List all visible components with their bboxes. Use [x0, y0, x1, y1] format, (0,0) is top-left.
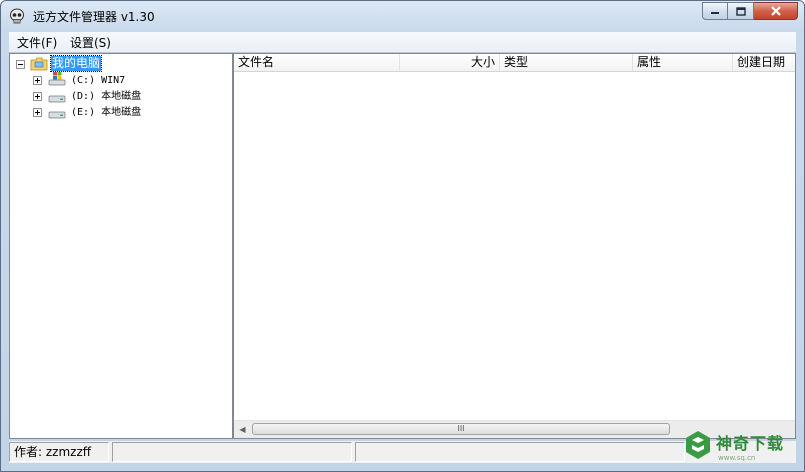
tree-label: (D:) 本地磁盘	[71, 91, 142, 102]
computer-folder-icon	[30, 57, 48, 71]
client-area: 我的电脑 (C:) WIN7 (D:) 本地磁盘 (E:) 本地磁盘 文件名 大…	[9, 53, 796, 439]
maximize-icon	[735, 6, 746, 16]
watermark-logo-icon	[686, 431, 710, 459]
collapse-toggle[interactable]	[16, 60, 25, 69]
menu-bar: 文件(F) 设置(S)	[9, 32, 796, 53]
status-bar: 作者: zzmzzff	[9, 441, 796, 463]
tree-node-my-computer[interactable]: 我的电脑	[10, 55, 230, 72]
status-panel-3	[355, 442, 685, 462]
column-header-size[interactable]: 大小	[400, 54, 500, 71]
scroll-thumb[interactable]: III	[252, 423, 670, 435]
title-bar[interactable]: 远方文件管理器 v1.30	[1, 1, 804, 31]
tree-node-drive-c[interactable]: (C:) WIN7	[10, 72, 230, 88]
column-header-created[interactable]: 创建日期	[733, 54, 795, 71]
tree-label: 我的电脑	[49, 55, 103, 72]
file-list[interactable]: 文件名 大小 类型 属性 创建日期 ◀ III	[233, 53, 796, 439]
hard-drive-icon	[48, 95, 66, 103]
folder-tree[interactable]: 我的电脑 (C:) WIN7 (D:) 本地磁盘 (E:) 本地磁盘	[9, 53, 233, 439]
expand-toggle[interactable]	[33, 108, 42, 117]
menu-file[interactable]: 文件(F)	[17, 34, 57, 51]
column-header-name[interactable]: 文件名	[234, 54, 400, 71]
expand-toggle[interactable]	[33, 76, 42, 85]
column-header-attributes[interactable]: 属性	[633, 54, 733, 71]
column-header-type[interactable]: 类型	[500, 54, 633, 71]
window-title: 远方文件管理器 v1.30	[33, 10, 155, 24]
tree-label: (C:) WIN7	[71, 75, 126, 86]
maximize-button[interactable]	[728, 2, 754, 20]
tree-label: (E:) 本地磁盘	[71, 107, 142, 118]
close-button[interactable]	[754, 2, 798, 20]
tree-node-drive-e[interactable]: (E:) 本地磁盘	[10, 104, 230, 120]
minimize-icon	[711, 12, 719, 14]
windows-drive-icon	[48, 72, 66, 86]
scroll-left-arrow-icon[interactable]: ◀	[234, 421, 251, 438]
expand-toggle[interactable]	[33, 92, 42, 101]
watermark: 神奇下载 www.sq.cn	[684, 428, 799, 468]
hard-drive-icon	[48, 111, 66, 119]
caption-buttons	[702, 2, 798, 20]
minimize-button[interactable]	[702, 2, 728, 20]
main-window: 远方文件管理器 v1.30 文件(F) 设置(S) 我的电脑 (C:) WIN7…	[0, 0, 805, 472]
watermark-url: www.sq.cn	[718, 454, 756, 462]
watermark-text: 神奇下载	[716, 434, 785, 453]
list-header: 文件名 大小 类型 属性 创建日期	[234, 54, 795, 72]
close-icon	[770, 6, 781, 16]
status-panel-2	[112, 442, 352, 462]
menu-settings[interactable]: 设置(S)	[70, 34, 111, 51]
tree-node-drive-d[interactable]: (D:) 本地磁盘	[10, 88, 230, 104]
skull-icon	[10, 8, 24, 24]
status-author: 作者: zzmzzff	[9, 442, 109, 462]
